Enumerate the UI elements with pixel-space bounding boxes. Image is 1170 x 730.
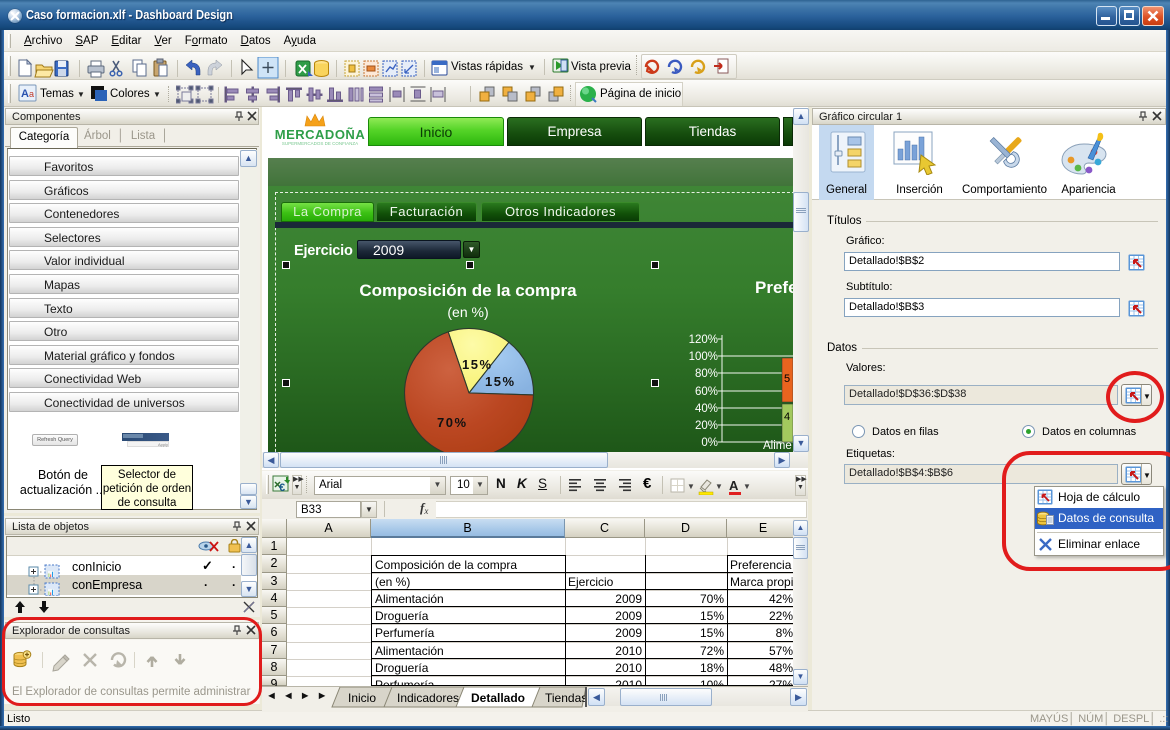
svg-text:Indicadores: Indicadores (397, 691, 459, 705)
svg-text:80%: 80% (695, 368, 718, 380)
svg-text:📊: 📊 (47, 588, 55, 596)
svg-text:▼: ▼ (743, 482, 751, 491)
svg-text:Detallado: Detallado (471, 691, 525, 705)
svg-text:📊: 📊 (47, 570, 55, 578)
svg-text:▼: ▼ (715, 482, 723, 491)
svg-text:60%: 60% (695, 386, 718, 398)
svg-text:€: € (279, 482, 285, 494)
svg-text:▼: ▼ (687, 482, 695, 491)
svg-text:Inicio: Inicio (348, 691, 376, 705)
svg-text:0%: 0% (701, 437, 718, 449)
svg-text:A: A (21, 88, 29, 100)
svg-text:Alime: Alime (763, 440, 792, 452)
svg-text:A: A (729, 478, 739, 493)
svg-text:5: 5 (784, 373, 790, 385)
svg-text:100%: 100% (689, 351, 718, 363)
svg-text:a: a (29, 89, 34, 99)
svg-text:Tiendas: Tiendas (545, 691, 586, 705)
svg-text:4: 4 (784, 411, 790, 423)
svg-text:40%: 40% (695, 403, 718, 415)
svg-text:120%: 120% (689, 334, 718, 346)
svg-text:20%: 20% (695, 420, 718, 432)
